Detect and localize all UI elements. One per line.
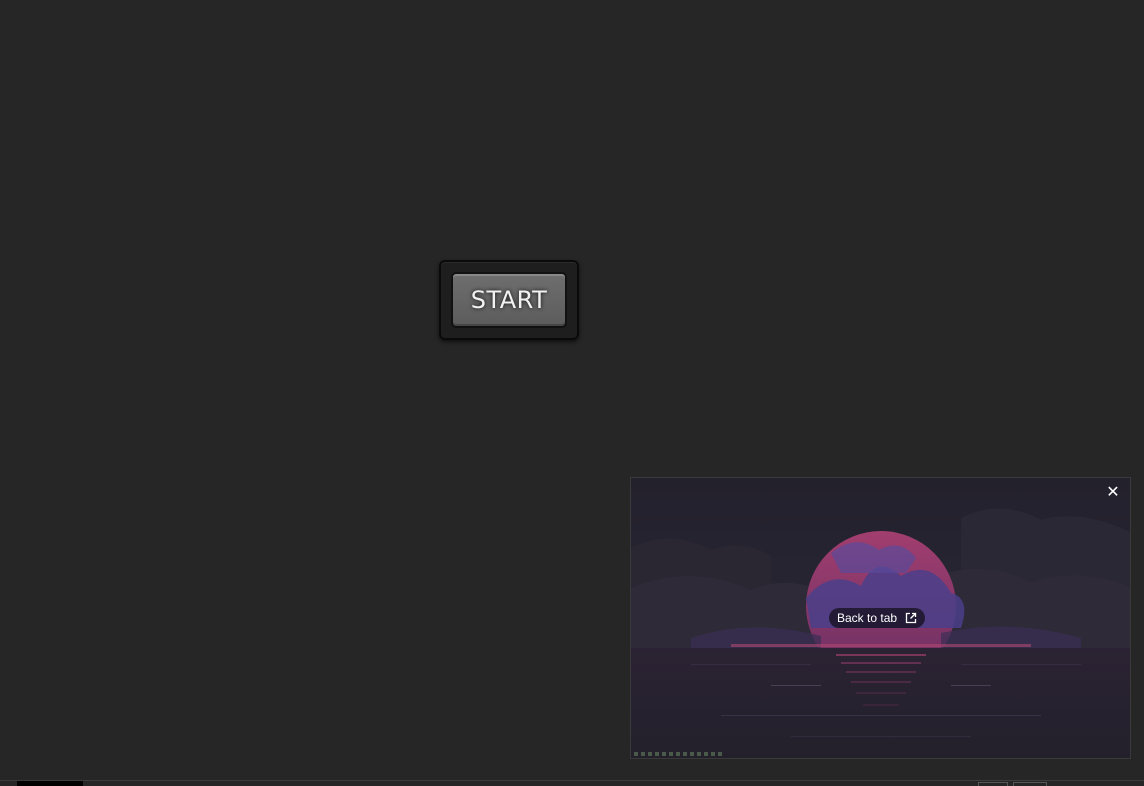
pip-taskbar-preview bbox=[631, 750, 1130, 758]
bottom-status-bar bbox=[0, 780, 1144, 786]
start-button-frame: START bbox=[439, 260, 579, 340]
bottom-control[interactable] bbox=[1013, 782, 1047, 786]
game-canvas: START ✕ Back to tab bbox=[0, 0, 1144, 786]
back-to-tab-button[interactable]: Back to tab bbox=[829, 608, 926, 628]
back-to-tab-label: Back to tab bbox=[837, 611, 898, 625]
picture-in-picture-window[interactable]: ✕ Back to tab bbox=[630, 477, 1131, 759]
open-external-icon bbox=[905, 612, 917, 624]
start-button[interactable]: START bbox=[451, 272, 567, 328]
close-icon[interactable]: ✕ bbox=[1104, 484, 1122, 502]
bottom-progress-indicator bbox=[17, 781, 83, 786]
bottom-control[interactable] bbox=[978, 782, 1008, 786]
